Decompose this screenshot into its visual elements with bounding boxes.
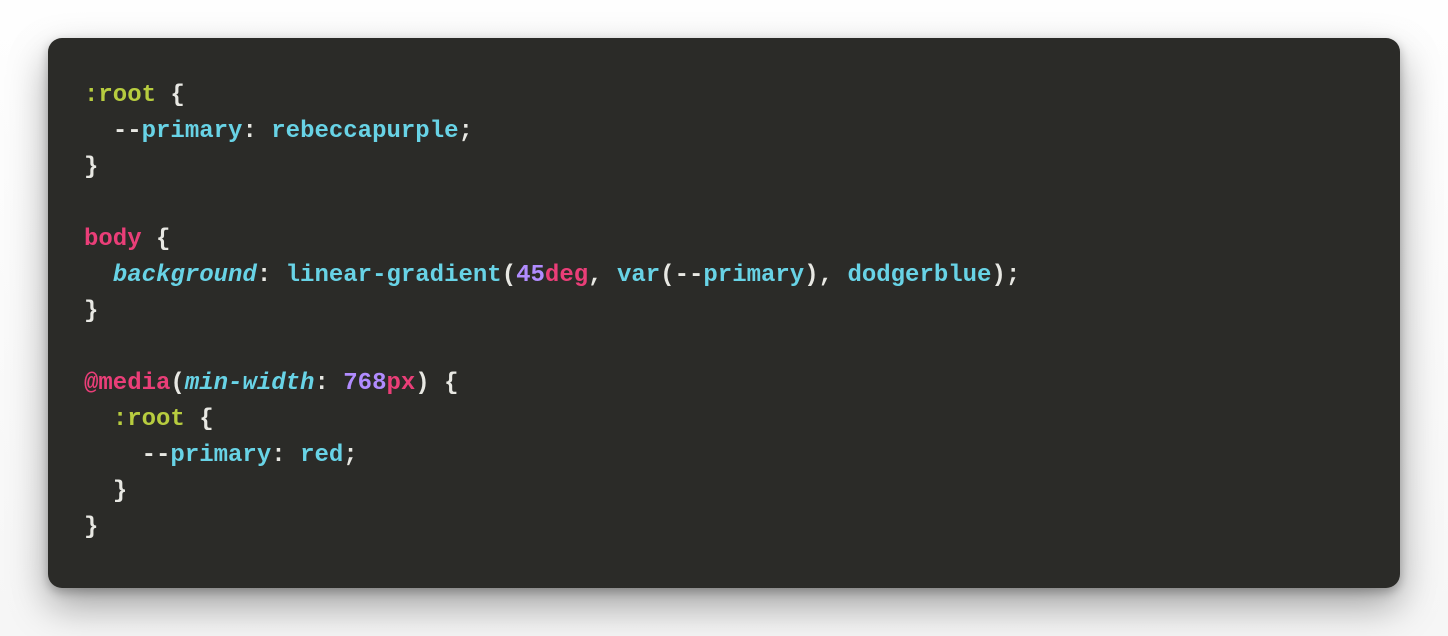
code-token: background bbox=[113, 262, 257, 289]
code-token: : bbox=[242, 118, 271, 145]
code-token: :root bbox=[113, 406, 185, 433]
code-token: -- bbox=[113, 118, 142, 145]
code-token: } bbox=[84, 514, 98, 541]
code-token: : bbox=[271, 442, 300, 469]
code-token: primary bbox=[142, 118, 243, 145]
code-token: } bbox=[84, 298, 98, 325]
code-token: red bbox=[300, 442, 343, 469]
code-token: ( bbox=[502, 262, 516, 289]
code-token: : bbox=[257, 262, 286, 289]
code-token: ) { bbox=[415, 370, 458, 397]
code-token: primary bbox=[170, 442, 271, 469]
code-block-card: :root { --primary: rebeccapurple; } body… bbox=[48, 38, 1400, 588]
code-token: 45 bbox=[516, 262, 545, 289]
code-token: : bbox=[314, 370, 343, 397]
code-token: var bbox=[617, 262, 660, 289]
code-token: min-width bbox=[185, 370, 315, 397]
code-token: 768 bbox=[343, 370, 386, 397]
code-token: linear-gradient bbox=[286, 262, 502, 289]
css-code-snippet: :root { --primary: rebeccapurple; } body… bbox=[84, 78, 1364, 546]
code-token: ; bbox=[343, 442, 357, 469]
code-token: ; bbox=[459, 118, 473, 145]
code-token: px bbox=[386, 370, 415, 397]
code-token: { bbox=[142, 226, 171, 253]
code-token: } bbox=[113, 478, 127, 505]
code-token: deg bbox=[545, 262, 588, 289]
page-frame: :root { --primary: rebeccapurple; } body… bbox=[0, 0, 1448, 636]
code-token: } bbox=[84, 154, 98, 181]
code-token: { bbox=[156, 82, 185, 109]
code-token: ); bbox=[991, 262, 1020, 289]
code-token: , bbox=[588, 262, 617, 289]
code-token: primary bbox=[703, 262, 804, 289]
code-token: -- bbox=[142, 442, 171, 469]
code-token: dodgerblue bbox=[847, 262, 991, 289]
code-token: ), bbox=[804, 262, 847, 289]
code-token: body bbox=[84, 226, 142, 253]
code-token: @media bbox=[84, 370, 170, 397]
code-token: (-- bbox=[660, 262, 703, 289]
code-token: { bbox=[185, 406, 214, 433]
code-token: ( bbox=[170, 370, 184, 397]
code-token: rebeccapurple bbox=[271, 118, 458, 145]
code-token: :root bbox=[84, 82, 156, 109]
